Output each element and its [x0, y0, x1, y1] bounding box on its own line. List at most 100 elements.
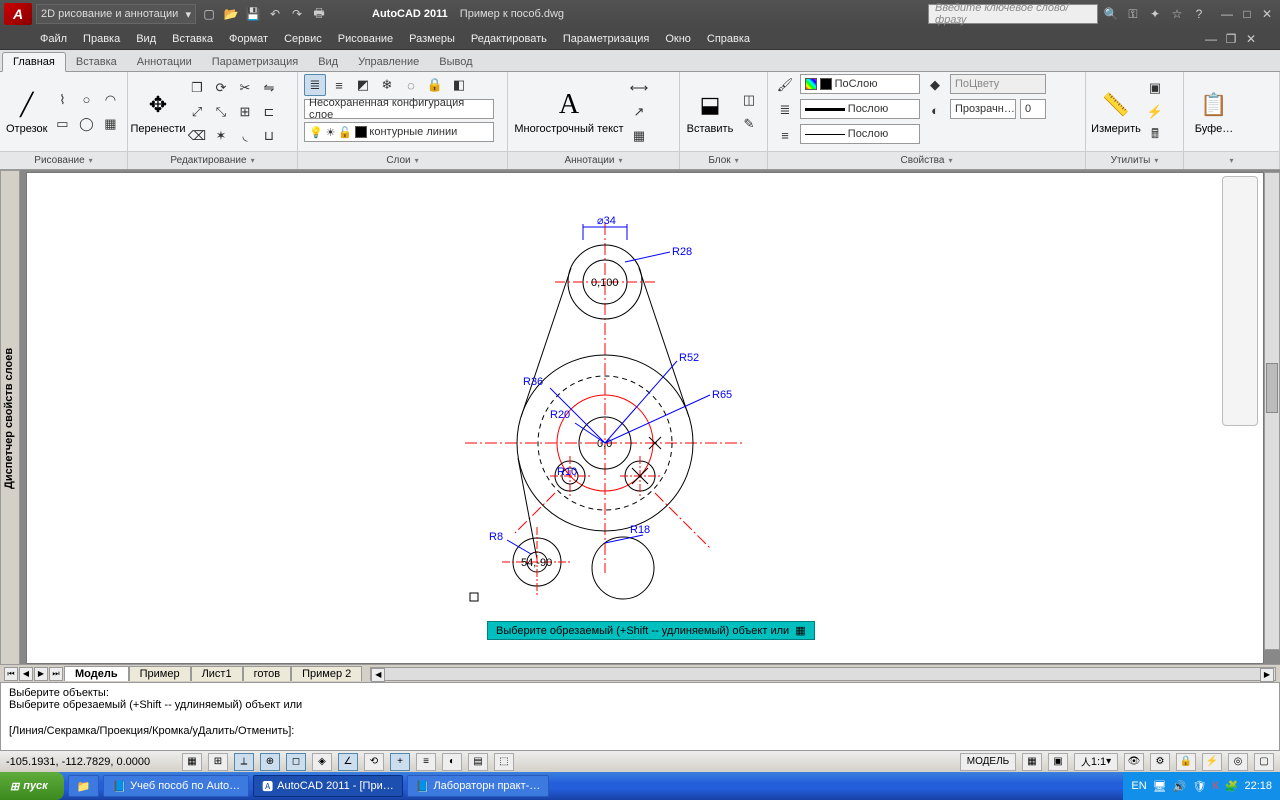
lineweight-combo[interactable]: Послою	[800, 99, 920, 119]
menu-tools[interactable]: Сервис	[284, 33, 322, 45]
menu-modify[interactable]: Редактировать	[471, 33, 547, 45]
quickview-drawings-icon[interactable]: ▣	[1048, 753, 1068, 771]
tab-prev-icon[interactable]: ◀	[19, 667, 33, 681]
help-icon[interactable]: ?	[1190, 5, 1208, 23]
tab-layout3[interactable]: готов	[243, 666, 292, 681]
create-block-icon[interactable]: ◫	[738, 89, 760, 111]
match-props-icon[interactable]: 🖌	[774, 74, 796, 96]
layer-manager-palette[interactable]: Диспетчер свойств слоев	[0, 170, 20, 666]
tab-layout2[interactable]: Лист1	[191, 666, 243, 681]
panel-clip-label[interactable]	[1184, 151, 1279, 169]
tab-model[interactable]: Модель	[64, 666, 129, 681]
3dosnap-toggle[interactable]: ◈	[312, 753, 332, 771]
linetype-combo[interactable]: Послою	[800, 124, 920, 144]
tab-first-icon[interactable]: ⏮	[4, 667, 18, 681]
maximize-icon[interactable]: □	[1238, 5, 1256, 23]
toolbar-lock-icon[interactable]: 🔒	[1176, 753, 1196, 771]
explode-icon[interactable]: ✶	[210, 125, 232, 147]
scroll-thumb[interactable]	[1266, 363, 1278, 413]
arc-icon[interactable]: ◠	[99, 89, 121, 111]
layer-lock-icon[interactable]: 🔒	[424, 74, 446, 96]
tab-home[interactable]: Главная	[2, 52, 66, 72]
panel-props-label[interactable]: Свойства	[768, 151, 1085, 169]
qp-toggle[interactable]: ▤	[468, 753, 488, 771]
modelspace-button[interactable]: МОДЕЛЬ	[960, 753, 1016, 771]
doc-close-icon[interactable]: ✕	[1242, 30, 1260, 48]
erase-icon[interactable]: ⌫	[186, 125, 208, 147]
new-icon[interactable]: ▢	[200, 5, 218, 23]
measure-button[interactable]: 📏Измерить	[1092, 77, 1140, 147]
annoscale-combo[interactable]: 人 1:1▾	[1074, 753, 1118, 771]
layer-combo[interactable]: 💡 ☀ 🔓 контурные линии	[304, 122, 494, 142]
layer-match-icon[interactable]: ◧	[448, 74, 470, 96]
color-combo[interactable]: ПоСлою	[800, 74, 920, 94]
coordinates[interactable]: -105.1931, -112.7829, 0.0000	[6, 756, 176, 768]
tab-next-icon[interactable]: ▶	[34, 667, 48, 681]
tray-icon5[interactable]: 🧩	[1225, 780, 1239, 793]
tray-clock[interactable]: 22:18	[1244, 780, 1272, 792]
color-picker-icon[interactable]: ◆	[924, 74, 946, 96]
insert-button[interactable]: ⬓Вставить	[686, 77, 734, 147]
tab-layout1[interactable]: Пример	[129, 666, 191, 681]
task-explorer[interactable]: 📁	[68, 775, 100, 797]
key-icon[interactable]: ⚿	[1124, 5, 1142, 23]
array-icon[interactable]: ⊞	[234, 101, 256, 123]
snap-toggle[interactable]: ▦	[182, 753, 202, 771]
offset-icon[interactable]: ⊏	[258, 101, 280, 123]
tray-lang[interactable]: EN	[1131, 780, 1146, 792]
minimize-icon[interactable]: —	[1218, 5, 1236, 23]
panel-layers-label[interactable]: Слои	[298, 151, 507, 169]
menu-dimension[interactable]: Размеры	[409, 33, 455, 45]
close-icon[interactable]: ✕	[1258, 5, 1276, 23]
task-word[interactable]: 📘 Учеб пособ по Auto…	[103, 775, 249, 797]
mirror-icon[interactable]: ⇋	[258, 77, 280, 99]
annovisibility-icon[interactable]: 👁	[1124, 753, 1144, 771]
menu-file[interactable]: Файл	[40, 33, 67, 45]
redo-icon[interactable]: ↷	[288, 5, 306, 23]
layer-freeze-icon[interactable]: ❄	[376, 74, 398, 96]
plot-color-combo[interactable]: ПоЦвету	[950, 74, 1046, 94]
select-all-icon[interactable]: ▣	[1144, 77, 1166, 99]
menu-edit[interactable]: Правка	[83, 33, 120, 45]
scale-icon[interactable]: ⤡	[210, 101, 232, 123]
dim-linear-icon[interactable]: ⟷	[628, 77, 650, 99]
tab-insert[interactable]: Вставка	[66, 53, 127, 71]
hardware-accel-icon[interactable]: ⚡	[1202, 753, 1222, 771]
tab-output[interactable]: Вывод	[429, 53, 482, 71]
join-icon[interactable]: ⊔	[258, 125, 280, 147]
menu-window[interactable]: Окно	[665, 33, 691, 45]
calc-icon[interactable]: 🖩	[1144, 125, 1166, 147]
layer-config-combo[interactable]: Несохраненная конфигурация слое	[304, 99, 494, 119]
transparency-input[interactable]: Прозрачн…	[950, 99, 1016, 119]
polyline-icon[interactable]: ⌇	[51, 89, 73, 111]
transparency-value[interactable]: 0	[1020, 99, 1046, 119]
trim-icon[interactable]: ✂	[234, 77, 256, 99]
tab-view[interactable]: Вид	[308, 53, 348, 71]
tab-annotate[interactable]: Аннотации	[127, 53, 202, 71]
rect-icon[interactable]: ▭	[51, 113, 73, 135]
undo-icon[interactable]: ↶	[266, 5, 284, 23]
navigation-bar[interactable]	[1222, 176, 1258, 426]
ortho-toggle[interactable]: ⟂	[234, 753, 254, 771]
quick-select-icon[interactable]: ⚡	[1144, 101, 1166, 123]
table-icon[interactable]: ▦	[628, 125, 650, 147]
leader-icon[interactable]: ↗	[628, 101, 650, 123]
layer-props-icon[interactable]: ≣	[304, 74, 326, 96]
task-autocad[interactable]: 🅰 AutoCAD 2011 - [При…	[253, 775, 403, 797]
circle-icon[interactable]: ○	[75, 89, 97, 111]
paste-button[interactable]: 📋Буфе…	[1190, 77, 1238, 147]
menu-draw[interactable]: Рисование	[338, 33, 393, 45]
exchange-icon[interactable]: ✦	[1146, 5, 1164, 23]
ducs-toggle[interactable]: ⟲	[364, 753, 384, 771]
tab-layout4[interactable]: Пример 2	[291, 666, 362, 681]
layer-off-icon[interactable]: ◌	[400, 74, 422, 96]
tray-icon2[interactable]: 🔊	[1173, 780, 1187, 793]
lwt-toggle[interactable]: ≡	[416, 753, 436, 771]
quickview-layouts-icon[interactable]: ▦	[1022, 753, 1042, 771]
horizontal-scrollbar[interactable]: ◀▶	[370, 667, 1276, 681]
tray-icon4[interactable]: К	[1212, 780, 1218, 792]
start-button[interactable]: ⊞пуск	[0, 772, 64, 800]
copy-icon[interactable]: ❐	[186, 77, 208, 99]
tab-parametric[interactable]: Параметризация	[202, 53, 308, 71]
grid-toggle[interactable]: ⊞	[208, 753, 228, 771]
